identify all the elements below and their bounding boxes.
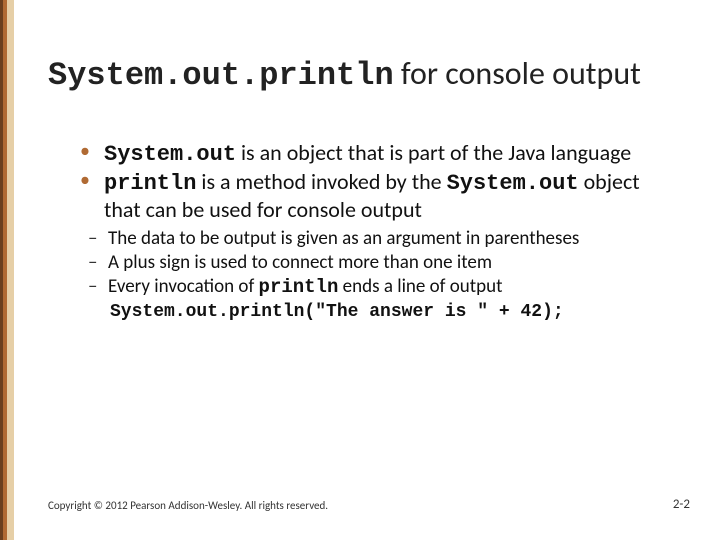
copyright-text: Copyright © 2012 Pearson Addison-Wesley.…	[48, 499, 328, 512]
bullet-item: println is a method invoked by the Syste…	[80, 169, 680, 222]
inline-code: println	[259, 276, 339, 298]
slide-body: System.out is an object that is part of …	[80, 140, 680, 323]
sub-bullet-text: A plus sign is used to connect more than…	[108, 251, 492, 274]
bullet-text: is an object that is part of the Java la…	[236, 139, 631, 166]
title-text: for console output	[394, 54, 641, 93]
code-example: System.out.println("The answer is " + 42…	[110, 302, 680, 323]
inline-code: System.out	[104, 142, 236, 167]
title-code: System.out.println	[48, 57, 394, 94]
sub-bullet-text: The data to be output is given as an arg…	[108, 227, 579, 250]
bullet-text: is a method invoked by the	[196, 168, 446, 195]
inline-code: println	[104, 171, 196, 196]
page-number: 2-2	[673, 497, 690, 512]
sub-bullet-text: Every invocation of	[108, 275, 259, 298]
sub-bullet-item: The data to be output is given as an arg…	[88, 228, 680, 250]
bullet-item: System.out is an object that is part of …	[80, 140, 680, 167]
left-accent-stripe	[0, 0, 14, 540]
inline-code: System.out	[447, 171, 579, 196]
sub-bullet-text: ends a line of output	[338, 275, 502, 298]
sub-bullet-list: The data to be output is given as an arg…	[88, 228, 680, 299]
sub-bullet-item: A plus sign is used to connect more than…	[88, 252, 680, 274]
slide-title: System.out.println for console output	[48, 56, 680, 95]
bullet-list: System.out is an object that is part of …	[80, 140, 680, 222]
sub-bullet-item: Every invocation of println ends a line …	[88, 276, 680, 299]
